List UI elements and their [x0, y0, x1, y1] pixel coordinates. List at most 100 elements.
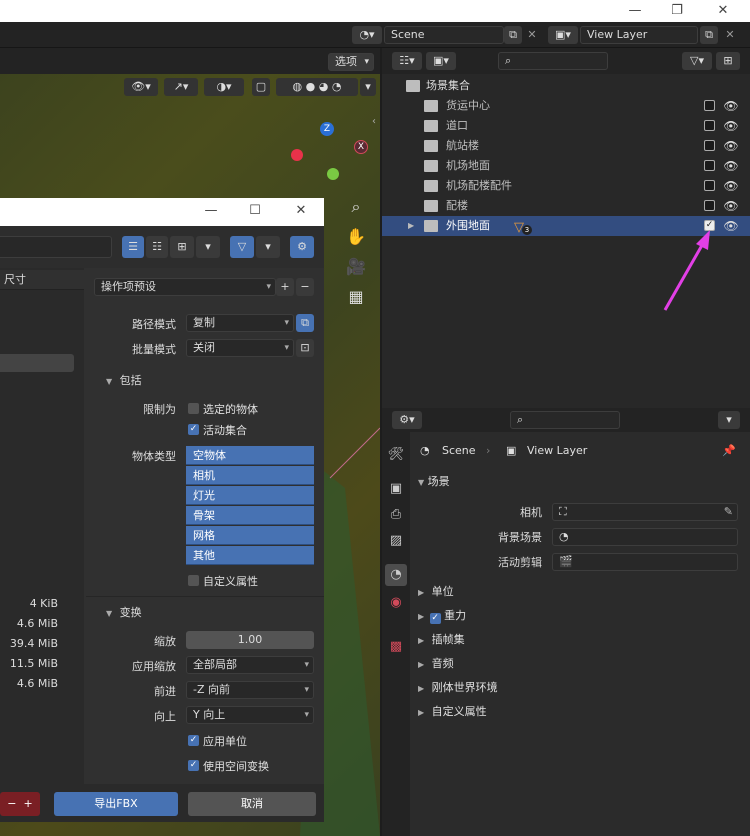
section-label: 插帧集 [431, 633, 465, 646]
apply-unit-checkbox[interactable]: ✓ [188, 735, 199, 746]
section-label: 单位 [431, 585, 454, 598]
file-size: 4.6 MiB [16, 617, 58, 630]
remove-preset-icon[interactable]: − [296, 278, 314, 296]
pin-icon[interactable]: 📌 [722, 440, 736, 462]
active-collection-checkbox[interactable]: ✓ [188, 424, 199, 435]
batch-mode-dropdown[interactable]: 关闭 ▾ [186, 339, 294, 357]
object-type-light[interactable]: 灯光 [186, 486, 314, 505]
transform-section-header[interactable]: ▼ 变换 [106, 604, 142, 620]
selected-objects-checkbox[interactable] [188, 403, 199, 414]
active-collection-label: 活动集合 [203, 424, 247, 437]
limit-to-label: 限制为 [143, 403, 176, 416]
audio-section-header[interactable]: ▶ 音频 [418, 653, 454, 675]
active-clip-field[interactable]: 🎬 [552, 553, 738, 571]
export-fbx-button[interactable]: 导出FBX [54, 792, 178, 816]
size-column-header[interactable]: 尺寸 [0, 270, 84, 290]
search-icon: ⌕ [517, 413, 524, 426]
up-dropdown[interactable]: Y 向上 ▾ [186, 706, 314, 724]
camera-field[interactable]: ⛶ ✎ [552, 503, 738, 521]
vertical-list-icon[interactable]: ☰ [122, 236, 144, 258]
clip-icon: 🎬 [559, 555, 573, 568]
forward-value: -Z 向前 [193, 683, 231, 696]
expand-arrow-icon: ▶ [418, 636, 425, 645]
apply-scale-label: 应用缩放 [132, 660, 176, 673]
transform-section-label: 变换 [119, 606, 142, 619]
scene-section-label: 场景 [427, 475, 450, 488]
expand-arrow-icon: ▶ [418, 660, 425, 669]
section-divider [86, 596, 324, 597]
breadcrumb-view-layer: View Layer [527, 444, 588, 457]
background-scene-field[interactable]: ◔ [552, 528, 738, 546]
batch-own-dir-icon[interactable]: ⊡ [296, 339, 314, 357]
expand-arrow-icon: ▶ [418, 684, 425, 693]
up-label: 向上 [154, 710, 176, 723]
forward-dropdown[interactable]: -Z 向前 ▾ [186, 681, 314, 699]
path-mode-dropdown[interactable]: 复制 ▾ [186, 314, 294, 332]
cancel-button[interactable]: 取消 [188, 792, 316, 816]
custom-properties-checkbox[interactable] [188, 575, 199, 586]
output-tab-icon[interactable]: ⎙ [385, 504, 407, 526]
keying-sets-section-header[interactable]: ▶ 插帧集 [418, 629, 465, 651]
scene-icon: ◔ [420, 444, 430, 457]
dialog-minimize-icon[interactable]: — [196, 202, 226, 220]
settings-gear-icon[interactable]: ⚙ [290, 236, 314, 258]
section-label: 音频 [431, 657, 454, 670]
section-label: 自定义属性 [431, 705, 487, 718]
horizontal-list-icon[interactable]: ☷ [146, 236, 168, 258]
filename-decrement-increment[interactable]: − + [0, 792, 40, 816]
world-tab-icon[interactable]: ◉ [385, 592, 407, 614]
operator-presets-dropdown[interactable]: 操作项预设 ▾ [94, 278, 276, 296]
tool-tab-icon[interactable]: 🛠 [385, 444, 407, 466]
units-section-header[interactable]: ▶ 单位 [418, 581, 454, 603]
breadcrumb-scene: Scene [442, 444, 476, 457]
eyedropper-icon[interactable]: ✎ [724, 504, 733, 520]
path-mode-label: 路径模式 [132, 318, 176, 331]
dialog-footer: − + 导出FBX 取消 [0, 784, 324, 822]
use-space-transform-label: 使用空间变换 [203, 760, 269, 773]
add-preset-icon[interactable]: + [276, 278, 294, 296]
include-section-header[interactable]: ▼ 包括 [106, 372, 142, 388]
properties-breadcrumb: ◔ Scene › ▣ View Layer 📌 [412, 440, 742, 462]
custom-properties-section-header[interactable]: ▶ 自定义属性 [418, 701, 487, 723]
object-type-other[interactable]: 其他 [186, 546, 314, 565]
properties-search-input[interactable]: ⌕ [510, 411, 620, 429]
file-browser-toolbar: ☰ ☷ ⊞ ▾ ▽ ▾ ⚙ [0, 226, 324, 268]
editor-type-icon[interactable]: ⚙▾ [392, 411, 422, 429]
view-layer-tab-icon[interactable]: ▨ [385, 530, 407, 552]
camera-label: 相机 [520, 506, 542, 519]
gravity-checkbox[interactable]: ✓ [429, 613, 441, 624]
dialog-close-icon[interactable]: ✕ [286, 202, 316, 220]
expand-arrow-icon: ▶ [418, 708, 425, 717]
use-space-transform-checkbox[interactable]: ✓ [188, 760, 199, 771]
background-scene-label: 背景场景 [498, 531, 542, 544]
dialog-maximize-icon[interactable]: ☐ [240, 202, 270, 220]
gravity-section-header[interactable]: ▶ ✓ 重力 [418, 605, 466, 627]
camera-object-icon: ⛶ [559, 505, 567, 518]
render-tab-icon[interactable]: ▣ [385, 478, 407, 500]
scale-label: 缩放 [154, 635, 176, 648]
include-section-label: 包括 [119, 374, 142, 387]
apply-scale-dropdown[interactable]: 全部局部 ▾ [186, 656, 314, 674]
breadcrumb-separator-icon: › [486, 444, 491, 457]
object-type-camera[interactable]: 相机 [186, 466, 314, 485]
thumbnails-icon[interactable]: ⊞ [170, 236, 194, 258]
section-label: 重力 [444, 609, 467, 622]
filter-dropdown-icon[interactable]: ▾ [256, 236, 280, 258]
texture-tab-icon[interactable]: ▩ [385, 636, 407, 658]
path-input[interactable] [0, 236, 112, 258]
scale-input[interactable]: 1.00 [186, 631, 314, 649]
scene-tab-icon[interactable]: ◔ [385, 564, 407, 586]
scene-section-header[interactable]: ▼ 场景 [418, 471, 450, 493]
options-dropdown-icon[interactable]: ▾ [718, 411, 740, 429]
object-type-empty[interactable]: 空物体 [186, 446, 314, 465]
display-dropdown-icon[interactable]: ▾ [196, 236, 220, 258]
file-list-scroll-thumb[interactable] [0, 354, 74, 372]
forward-label: 前进 [154, 685, 176, 698]
filter-icon[interactable]: ▽ [230, 236, 254, 258]
up-value: Y 向上 [193, 708, 226, 721]
rigid-body-section-header[interactable]: ▶ 刚体世界环境 [418, 677, 498, 699]
embed-textures-icon[interactable]: ⧉ [296, 314, 314, 332]
object-type-armature[interactable]: 骨架 [186, 506, 314, 525]
collapse-arrow-icon: ▼ [418, 478, 425, 487]
object-type-mesh[interactable]: 网格 [186, 526, 314, 545]
